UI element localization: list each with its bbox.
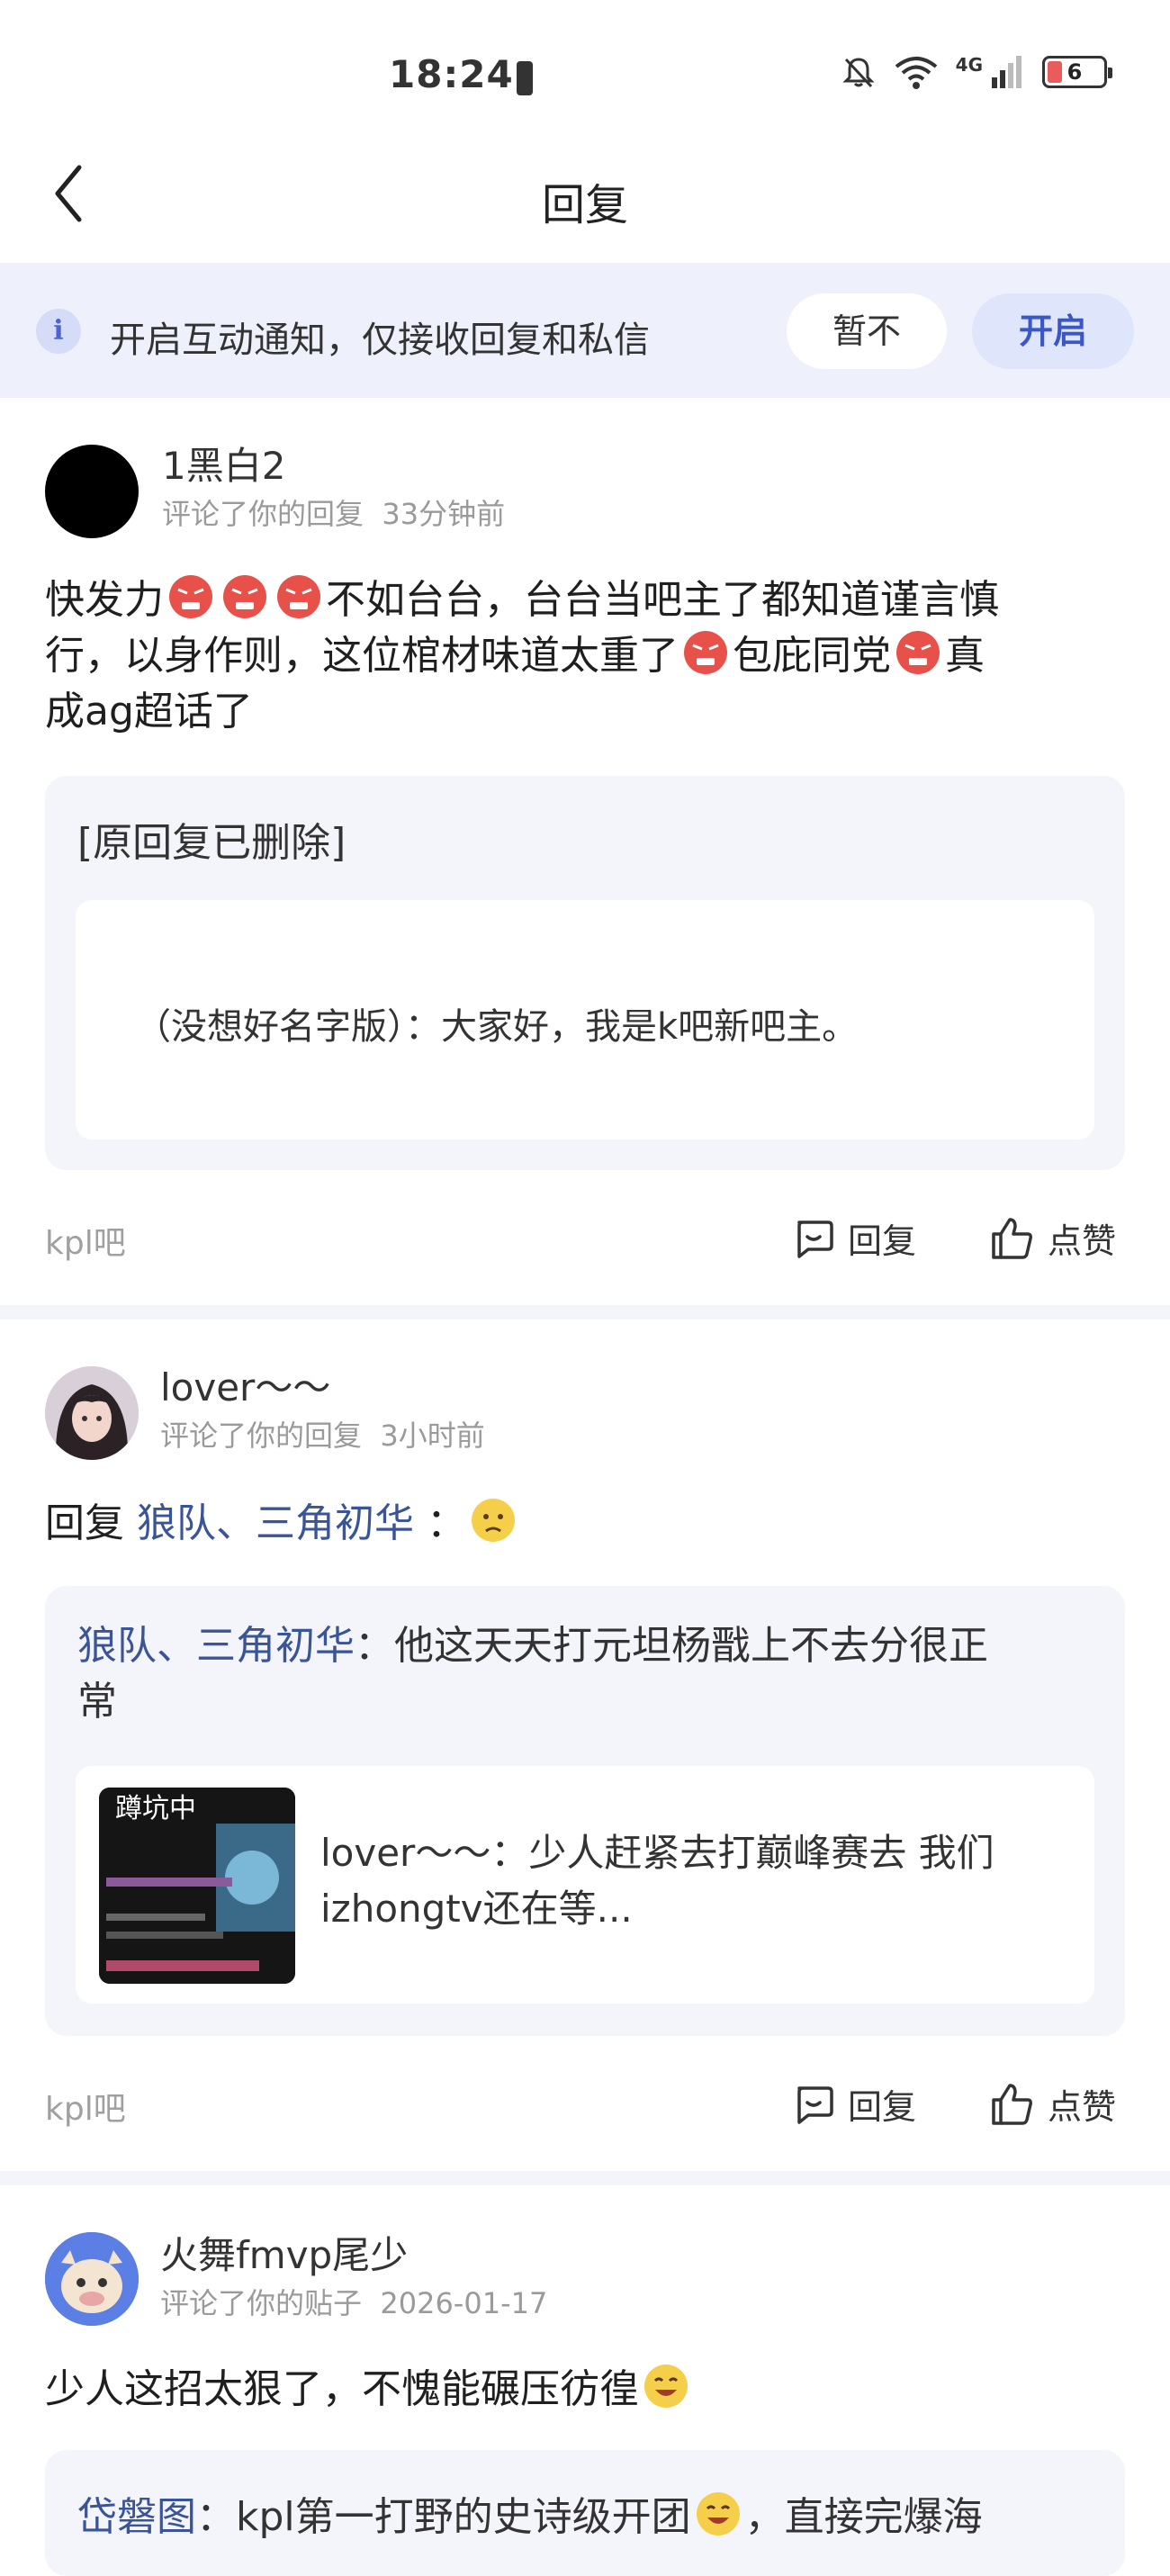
angry-face-emoji-icon bbox=[169, 575, 212, 618]
like-button[interactable]: 点赞 bbox=[990, 2079, 1116, 2129]
quote-text: ：kpl第一打野的史诗级开团 bbox=[196, 2494, 691, 2540]
original-post-text: lover～～：少人赶紧去打巅峰赛去 我们 izhongtv还在等... bbox=[320, 1825, 994, 1937]
battery-icon: 6 bbox=[1042, 56, 1112, 88]
avatar[interactable] bbox=[45, 445, 139, 538]
quote-text: ：他这天天打元坦杨戬上不去分很正 bbox=[355, 1623, 988, 1669]
quoted-post-text: 岱磐图：kpl第一打野的史诗级开团 ，直接完爆海 bbox=[77, 2484, 1112, 2542]
comment-body: 少人这招太狠了，不愧能碾压彷徨 bbox=[45, 2362, 1125, 2418]
comment-text: 少人这招太狠了，不愧能碾压彷徨 bbox=[45, 2366, 639, 2412]
comment-icon bbox=[797, 1220, 833, 1258]
grinning-face-emoji-icon bbox=[644, 2364, 688, 2408]
enable-notifications-button[interactable]: 开启 bbox=[972, 293, 1134, 369]
original-post-text: （没想好名字版）：大家好，我是k吧新吧主。 bbox=[135, 1006, 859, 1048]
like-button[interactable]: 点赞 bbox=[990, 1213, 1116, 1263]
thumbnail-caption: 蹲坑中 bbox=[115, 1793, 196, 1824]
signal-icon bbox=[992, 56, 1022, 88]
comment-meta: 评论了你的回复 3小时前 bbox=[160, 1413, 485, 1455]
comment-meta: 评论了你的回复 33分钟前 bbox=[162, 491, 505, 533]
comment-body: 快发力 不如台台，台台当吧主了都知道谨言慎 行，以身作则，这位棺材味道太重了 包庇同… bbox=[45, 572, 1125, 740]
wifi-icon bbox=[895, 57, 937, 89]
thumbs-up-icon bbox=[992, 2083, 1032, 2125]
page-title: 回复 bbox=[541, 180, 628, 230]
comment-meta: 评论了你的贴子 2026-01-17 bbox=[160, 2281, 547, 2322]
action-text: 评论了你的贴子 bbox=[160, 2286, 363, 2320]
reply-button[interactable]: 回复 bbox=[792, 1213, 916, 1263]
like-label: 点赞 bbox=[1048, 1221, 1117, 1261]
comment-text: 包庇同党 bbox=[733, 633, 891, 679]
quoted-reply-text: 狼队、三角初华：他这天天打元坦杨戬上不去分很正 常 bbox=[77, 1618, 1094, 1730]
comment-body: 回复 狼队、三角初华 ： bbox=[45, 1496, 1125, 1552]
reply-target-link[interactable]: 狼队、三角初华 bbox=[137, 1500, 414, 1546]
thumbs-up-icon bbox=[992, 1217, 1032, 1259]
username[interactable]: lover～～ bbox=[160, 1357, 330, 1412]
reply-label: 回复 bbox=[848, 2087, 917, 2127]
original-post-line: lover～～：少人赶紧去打巅峰赛去 我们 bbox=[320, 1831, 994, 1875]
comment-text: 快发力 bbox=[45, 577, 164, 623]
comment-text: 不如台台，台台当吧主了都知道谨言慎 bbox=[326, 577, 999, 623]
avatar[interactable] bbox=[45, 1366, 139, 1460]
worried-face-emoji-icon bbox=[472, 1499, 515, 1542]
angry-face-emoji-icon bbox=[223, 575, 266, 618]
timestamp: 2026-01-17 bbox=[380, 2286, 548, 2320]
comment-text: 真 bbox=[945, 633, 985, 679]
like-label: 点赞 bbox=[1048, 2087, 1117, 2127]
battery-saver-icon bbox=[517, 61, 533, 95]
deleted-notice: [原回复已删除] bbox=[77, 820, 346, 866]
info-icon: i bbox=[36, 309, 81, 354]
comment-icon bbox=[797, 2085, 833, 2124]
angry-face-emoji-icon bbox=[684, 631, 727, 674]
forum-name[interactable]: kpl吧 bbox=[45, 2083, 126, 2130]
avatar[interactable] bbox=[45, 2232, 139, 2326]
reply-button[interactable]: 回复 bbox=[792, 2079, 916, 2129]
action-text: 评论了你的回复 bbox=[160, 1419, 363, 1453]
reply-label: 回复 bbox=[848, 1221, 917, 1261]
comment-text: 成ag超话了 bbox=[45, 689, 253, 734]
original-post-line: izhongtv还在等... bbox=[320, 1887, 633, 1931]
username[interactable]: 1黑白2 bbox=[162, 436, 285, 491]
reply-separator: ： bbox=[427, 1500, 466, 1546]
angry-face-emoji-icon bbox=[277, 575, 320, 618]
quote-text: ，直接完爆海 bbox=[744, 2494, 983, 2540]
mute-icon bbox=[842, 58, 875, 88]
username[interactable]: 火舞fmvp尾少 bbox=[160, 2225, 408, 2280]
item-divider bbox=[0, 1305, 1170, 1320]
grinning-face-emoji-icon bbox=[696, 2492, 740, 2535]
comment-text: 行，以身作则，这位棺材味道太重了 bbox=[45, 633, 679, 679]
battery-level: 6 bbox=[1066, 59, 1083, 85]
status-icons: 4G 6 bbox=[841, 54, 1112, 90]
quote-text: 常 bbox=[77, 1679, 117, 1725]
banner-text: 开启互动通知，仅接收回复和私信 bbox=[110, 320, 650, 361]
network-type-label: 4G bbox=[955, 54, 983, 76]
angry-face-emoji-icon bbox=[896, 631, 940, 674]
item-divider bbox=[0, 2171, 1170, 2185]
status-time: 18:24 bbox=[389, 52, 514, 96]
timestamp: 3小时前 bbox=[380, 1419, 485, 1453]
quote-author-link[interactable]: 狼队、三角初华 bbox=[77, 1623, 355, 1669]
forum-name[interactable]: kpl吧 bbox=[45, 1217, 126, 1264]
action-text: 评论了你的回复 bbox=[162, 497, 364, 531]
not-now-button[interactable]: 暂不 bbox=[787, 293, 947, 369]
reply-prefix: 回复 bbox=[45, 1500, 124, 1546]
quote-author-link[interactable]: 岱磐图 bbox=[77, 2494, 196, 2540]
timestamp: 33分钟前 bbox=[382, 497, 506, 531]
